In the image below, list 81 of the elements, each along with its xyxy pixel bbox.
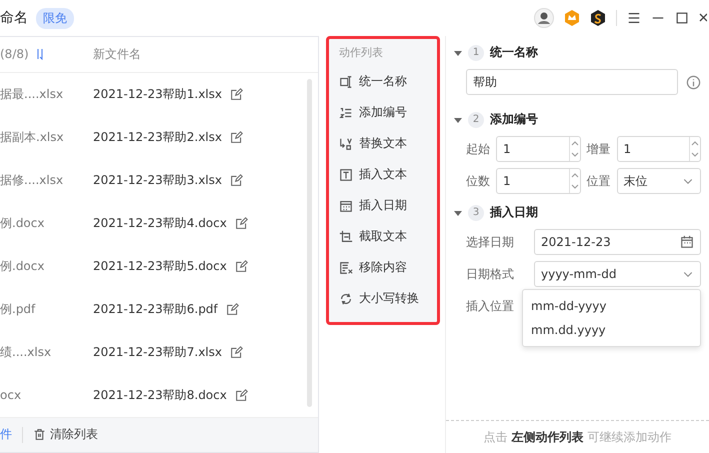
new-filename: 2021-12-23帮助6.pdf	[93, 300, 218, 318]
remove-icon	[339, 260, 353, 274]
avatar-icon[interactable]	[534, 8, 554, 28]
action-item[interactable]: 截取文本	[329, 221, 437, 252]
hint-text: 点击 左侧动作列表 可继续添加动作	[446, 420, 709, 453]
action-item[interactable]: 替换文本	[329, 128, 437, 159]
expand-triangle-icon[interactable]	[454, 208, 462, 216]
original-filename: 绩....xlsx	[0, 344, 52, 360]
numbered-list-icon	[339, 106, 353, 120]
field-label: 增量	[586, 140, 610, 158]
action-item[interactable]: 统一名称	[329, 66, 437, 97]
number-input[interactable]: 1	[496, 168, 580, 194]
free-badge: 限免	[36, 8, 74, 28]
new-filename: 2021-12-23帮助1.xlsx	[93, 86, 222, 102]
select-field[interactable]: 末位	[616, 168, 701, 194]
edit-icon[interactable]	[230, 174, 243, 186]
clear-list-button[interactable]: 清除列表	[33, 426, 98, 444]
number-input[interactable]: 1	[616, 136, 701, 162]
edit-icon[interactable]	[226, 302, 239, 316]
add-files-link[interactable]: 件	[0, 426, 12, 444]
edit-icon[interactable]	[234, 216, 248, 230]
action-list-title: 动作列表	[338, 45, 384, 61]
expand-triangle-icon[interactable]	[454, 116, 462, 124]
original-filename: 例.docx	[0, 258, 46, 274]
column-header: (8/8)	[0, 47, 29, 62]
sort-icon[interactable]	[34, 48, 45, 60]
select-field[interactable]: yyyy-mm-dd	[534, 261, 701, 287]
original-filename: 例.pdf	[0, 300, 36, 318]
calendar-icon	[680, 235, 694, 249]
text-icon	[339, 168, 353, 182]
app-title: 命名	[0, 9, 28, 27]
rename-icon	[339, 74, 353, 88]
field-label: 起始	[466, 140, 490, 158]
new-filename: 2021-12-23帮助4.docx	[93, 214, 227, 232]
trash-icon	[33, 428, 46, 442]
field-label: 插入位置	[466, 298, 515, 314]
action-item[interactable]: 移除内容	[329, 252, 437, 283]
column-header: 新文件名	[93, 46, 141, 63]
action-item[interactable]: 添加编号	[329, 97, 437, 128]
new-filename: 2021-12-23帮助2.xlsx	[93, 128, 222, 146]
dropdown-option[interactable]: mm-dd-yyyy	[523, 294, 700, 318]
new-filename: 2021-12-23帮助8.docx	[93, 386, 227, 404]
edit-icon[interactable]	[234, 260, 248, 272]
field-label: 日期格式	[466, 266, 515, 282]
action-item[interactable]: 插入文本	[329, 159, 437, 190]
section-title: 添加编号	[490, 111, 538, 128]
replace-icon	[339, 136, 353, 150]
original-filename: 例.docx	[0, 214, 46, 232]
expand-triangle-icon[interactable]	[454, 48, 462, 56]
coin-icon[interactable]	[590, 10, 606, 26]
calendar-icon	[339, 198, 353, 212]
edit-icon[interactable]	[230, 88, 243, 100]
original-filename: 据副本.xlsx	[0, 128, 65, 146]
date-field[interactable]: 2021-12-23	[534, 229, 701, 255]
step-number: 3	[468, 204, 484, 220]
edit-icon[interactable]	[230, 346, 243, 358]
menu-icon[interactable]	[627, 11, 641, 25]
field-label: 选择日期	[466, 234, 515, 250]
original-filename: 据最....xlsx	[0, 86, 64, 102]
step-number: 2	[468, 112, 484, 128]
maximize-icon[interactable]	[675, 11, 689, 25]
original-filename: ocx	[0, 388, 22, 402]
new-filename: 2021-12-23帮助5.docx	[93, 258, 227, 274]
original-filename: 据修....xlsx	[0, 172, 64, 188]
new-filename: 2021-12-23帮助7.xlsx	[93, 344, 222, 360]
action-item[interactable]: 插入日期	[329, 190, 437, 221]
section-title: 插入日期	[490, 204, 538, 221]
name-input[interactable]: 帮助	[466, 69, 678, 95]
edit-icon[interactable]	[230, 130, 243, 144]
crop-icon	[339, 230, 353, 244]
field-label: 位置	[586, 172, 610, 190]
edit-icon[interactable]	[234, 388, 248, 402]
section-title: 统一名称	[490, 44, 538, 61]
new-filename: 2021-12-23帮助3.xlsx	[93, 172, 222, 188]
step-number: 1	[468, 44, 484, 60]
case-convert-icon	[339, 292, 353, 306]
info-icon	[686, 74, 701, 90]
number-input[interactable]: 1	[496, 136, 580, 162]
field-label: 位数	[466, 172, 490, 190]
action-item[interactable]: 大小写转换	[329, 283, 437, 314]
dropdown-option[interactable]: mm.dd.yyyy	[523, 318, 700, 342]
